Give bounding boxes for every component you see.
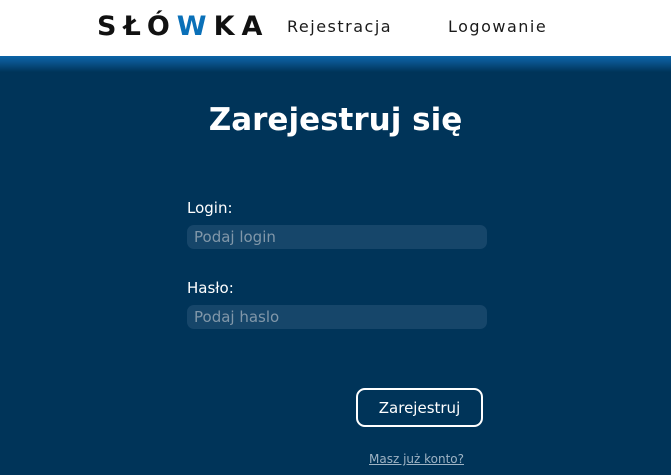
logo-text-accent: W bbox=[176, 11, 214, 42]
logo-text-end: KA bbox=[213, 11, 270, 42]
page-title: Zarejestruj się bbox=[208, 102, 463, 138]
site-logo[interactable]: SŁÓWKA bbox=[97, 10, 269, 44]
password-input[interactable] bbox=[187, 305, 487, 329]
top-navbar: SŁÓWKA Rejestracja Logowanie bbox=[0, 0, 671, 56]
login-label: Login: bbox=[187, 199, 233, 217]
nav-link-login[interactable]: Logowanie bbox=[448, 17, 547, 37]
have-account-link[interactable]: Masz już konto? bbox=[369, 451, 464, 467]
login-input[interactable] bbox=[187, 225, 487, 249]
header-shadow bbox=[0, 56, 671, 72]
nav-link-register[interactable]: Rejestracja bbox=[287, 17, 392, 37]
password-label: Hasło: bbox=[187, 279, 234, 297]
logo-text-start: SŁÓ bbox=[97, 11, 177, 42]
register-button[interactable]: Zarejestruj bbox=[356, 388, 483, 427]
